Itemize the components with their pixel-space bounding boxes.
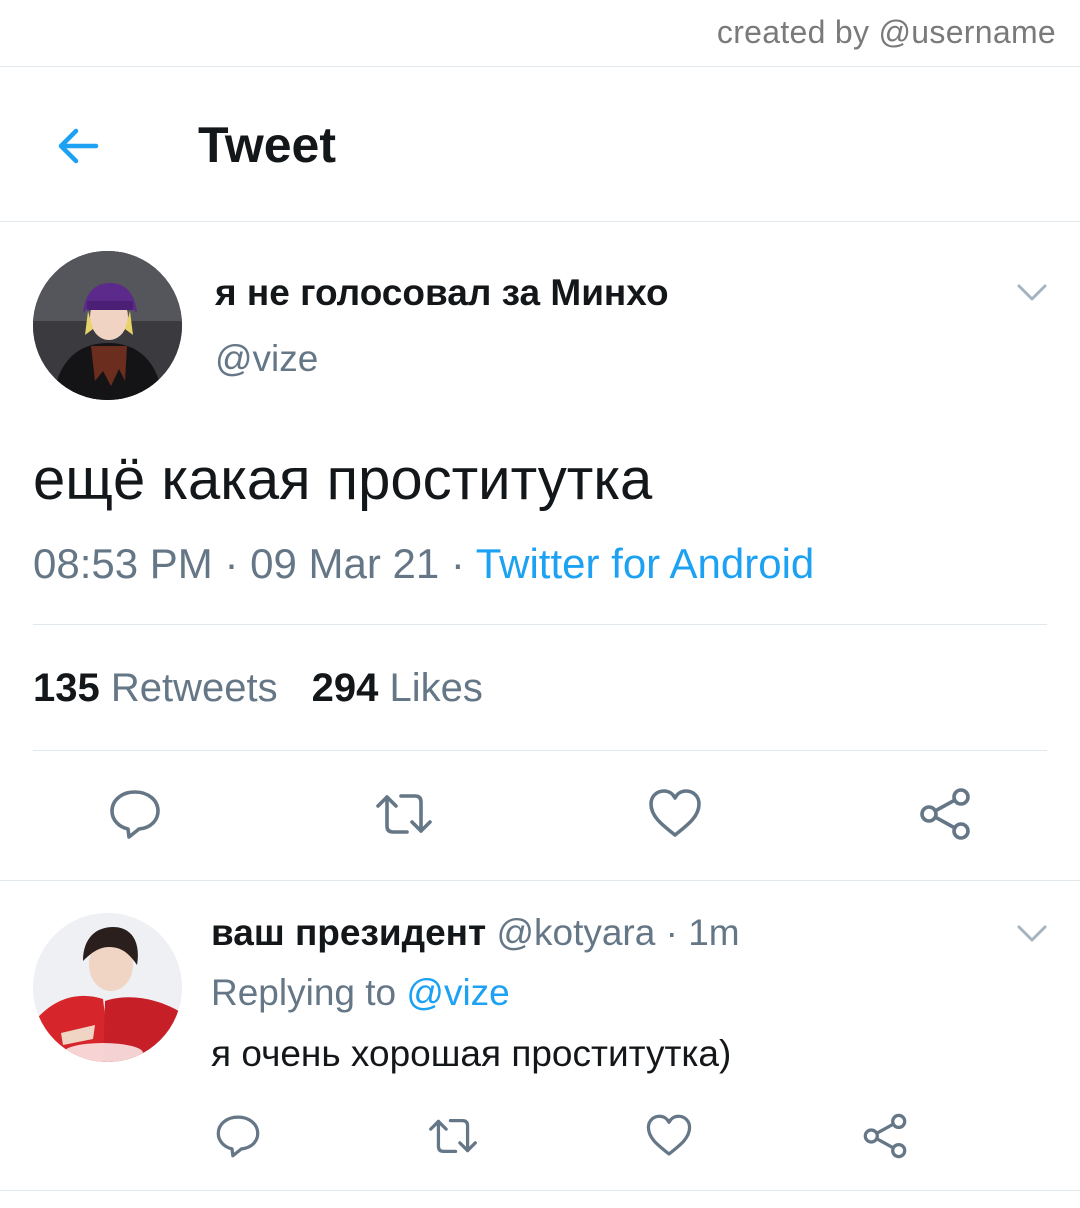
divider [0,1190,1080,1191]
separator: · [655,912,689,953]
retweets-label: Retweets [110,666,278,710]
like-icon[interactable] [645,1112,693,1160]
author-name[interactable]: я не голосовал за Минхо [215,272,669,314]
retweet-icon[interactable] [376,786,432,842]
reply-author-name[interactable]: ваш президент [211,912,486,953]
retweet-icon[interactable] [429,1112,477,1160]
like-icon[interactable] [647,786,703,842]
reply-text: я очень хорошая проститутка) [211,1033,732,1074]
tweet-time: 08:53 PM [33,540,213,587]
chevron-down-icon[interactable] [1016,924,1048,944]
author-handle[interactable]: @vize [215,338,318,380]
tweet-source-link[interactable]: Twitter for Android [476,540,814,587]
watermark-text: created by @username [716,14,1056,50]
share-icon[interactable] [917,786,973,842]
reply-author-handle[interactable]: @kotyara [496,912,655,953]
page-title: Tweet [198,117,336,173]
chevron-down-icon[interactable] [1016,283,1048,303]
divider [33,624,1047,625]
reply-header: ваш президент @kotyara · 1m [211,912,740,954]
replying-to-link[interactable]: @vize [406,972,509,1013]
avatar[interactable] [33,913,182,1062]
likes-stat[interactable]: 294 Likes [312,666,483,710]
separator: · [439,540,476,587]
likes-count: 294 [311,666,379,710]
divider [0,66,1080,67]
tweet-stats: 135 Retweets 294 Likes [33,666,483,711]
reply-icon[interactable] [214,1112,262,1160]
reply-icon[interactable] [107,786,163,842]
replying-label: Replying to [211,972,397,1013]
separator: · [212,540,251,587]
tweet-date: 09 Mar 21 [250,540,440,587]
retweets-count: 135 [33,666,100,710]
share-icon[interactable] [861,1112,909,1160]
tweet-meta: 08:53 PM · 09 Mar 21 · Twitter for Andro… [33,540,814,588]
avatar[interactable] [33,251,182,400]
reply-time: 1m [688,912,740,953]
retweets-stat[interactable]: 135 Retweets [33,666,278,710]
likes-label: Likes [389,666,483,710]
divider [0,221,1080,222]
replying-to: Replying to @vize [211,972,510,1014]
back-arrow-icon[interactable] [52,120,104,172]
tweet-text: ещё какая проститутка [33,447,653,512]
divider [33,750,1047,751]
divider [0,880,1080,881]
